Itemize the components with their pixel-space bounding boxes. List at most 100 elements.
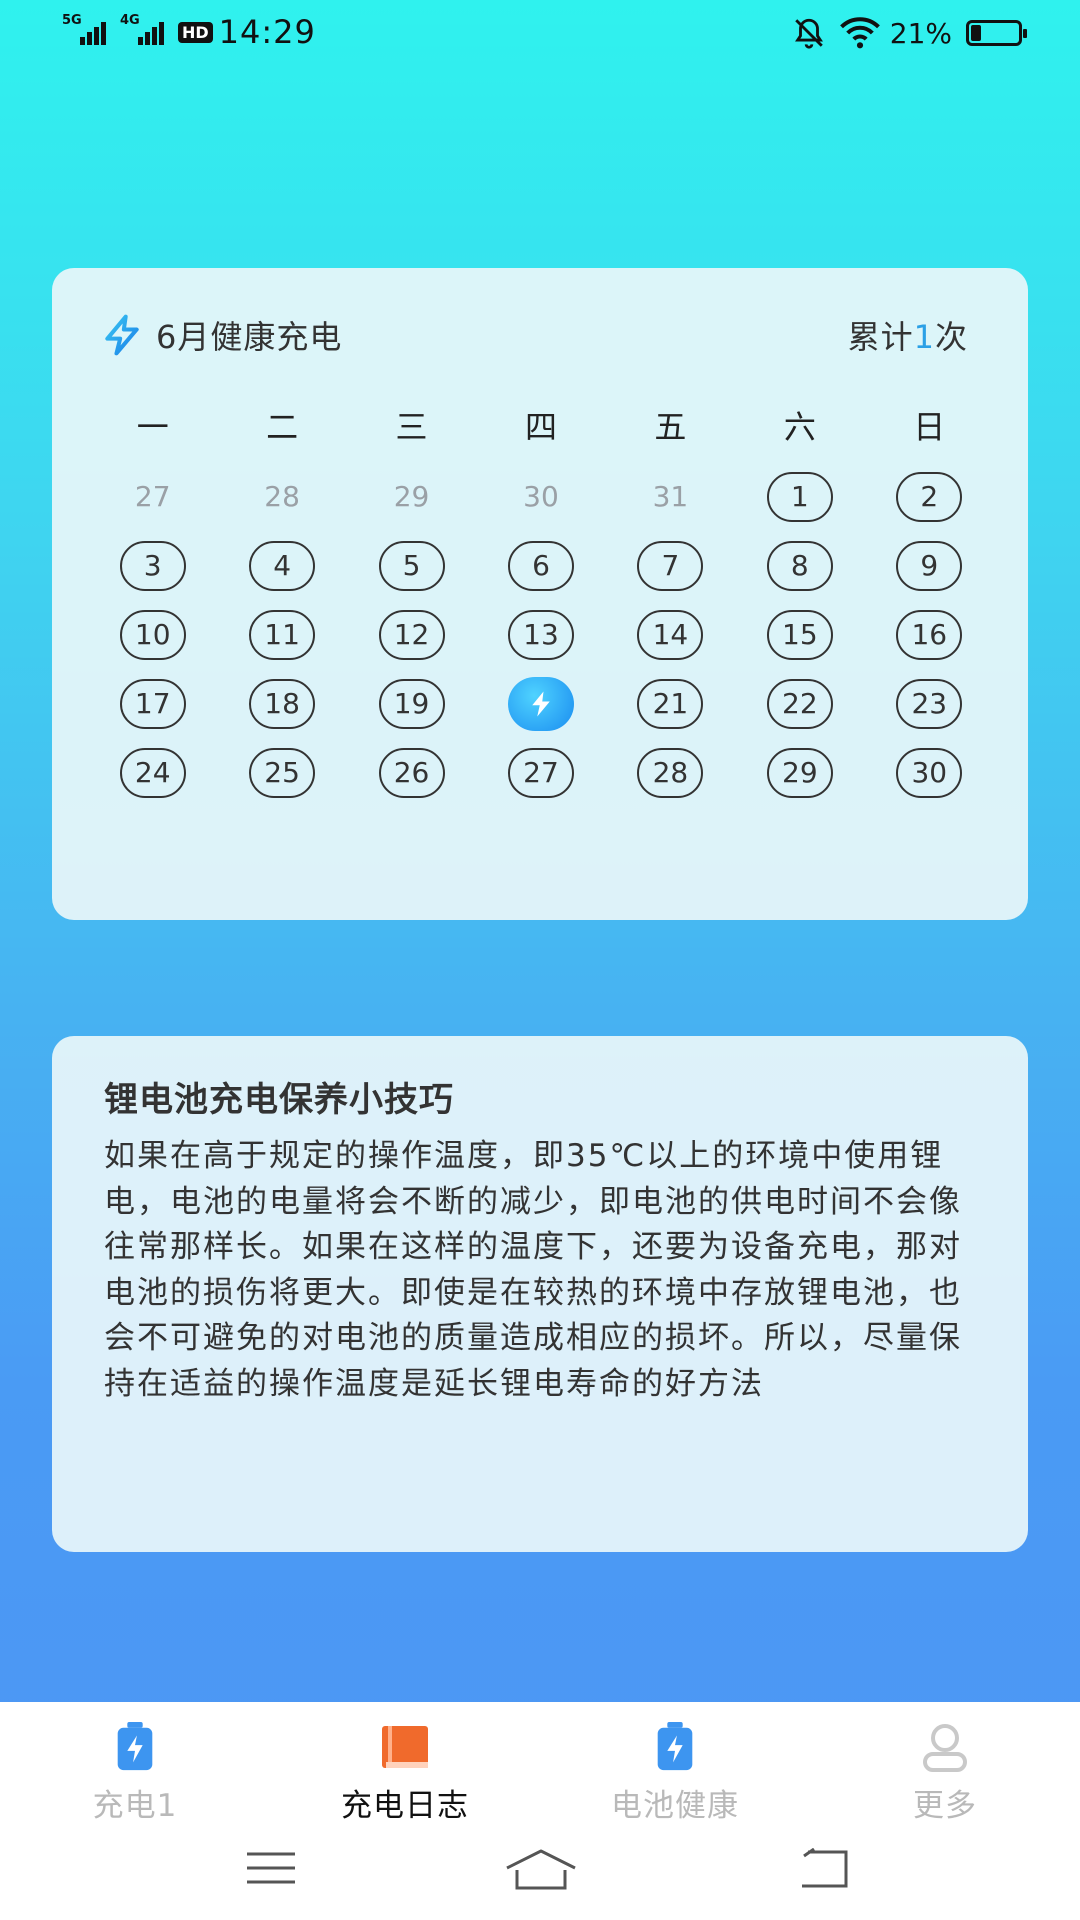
tab-label: 电池健康	[611, 1788, 739, 1824]
calendar-day[interactable]: 12	[378, 609, 445, 660]
calendar-cell: 12	[347, 600, 476, 669]
status-bar: 5G 4G HD 14:29 21%	[0, 0, 1080, 66]
calendar-cell: 23	[865, 669, 994, 738]
calendar-cell: 31	[606, 462, 735, 531]
weekday-header: 一 二 三 四 五 六 日	[88, 402, 994, 448]
calendar-day[interactable]: 2	[896, 471, 963, 522]
calendar-day[interactable]: 28	[637, 747, 704, 798]
calendar-cell: 27	[476, 738, 605, 807]
battery-charge-icon	[657, 1722, 693, 1771]
calendar-day[interactable]: 16	[896, 609, 963, 660]
calendar-cell: 28	[217, 462, 346, 531]
calendar-cell: 26	[347, 738, 476, 807]
calendar-cell: 8	[735, 531, 864, 600]
calendar-day[interactable]: 6	[507, 540, 574, 591]
tips-body: 如果在高于规定的操作温度，即35℃以上的环境中使用锂电，电池的电量将会不断的减少…	[104, 1138, 962, 1402]
hd-badge: HD	[178, 21, 213, 43]
battery-icon	[966, 20, 1027, 46]
calendar-day[interactable]: 1	[766, 471, 833, 522]
status-left: 5G 4G HD 14:29	[62, 12, 316, 52]
calendar-day[interactable]: 8	[766, 540, 833, 591]
prev-month-day: 31	[652, 480, 689, 513]
prev-month-day: 30	[523, 480, 559, 513]
calendar-day[interactable]: 17	[119, 678, 186, 729]
book-icon	[382, 1726, 428, 1768]
calendar-cell: 22	[735, 669, 864, 738]
calendar-cell: 1	[735, 462, 864, 531]
status-right: 21%	[792, 14, 1027, 52]
tab-label: 更多	[913, 1788, 977, 1824]
calendar-cell: 19	[347, 669, 476, 738]
calendar-day[interactable]: 14	[637, 609, 704, 660]
calendar-header: 6月健康充电 累计1次	[100, 310, 968, 360]
calendar-cell: 15	[735, 600, 864, 669]
calendar-day[interactable]: 30	[896, 747, 963, 798]
calendar-cell: 3	[88, 531, 217, 600]
weekday-label: 四	[524, 408, 557, 446]
calendar-day[interactable]: 24	[119, 747, 186, 798]
calendar-cell: 6	[476, 531, 605, 600]
calendar-day[interactable]: 11	[249, 609, 316, 660]
signal-icon: 5G	[62, 13, 108, 45]
network-type-1: 5G	[62, 13, 82, 28]
calendar-day[interactable]: 7	[637, 540, 704, 591]
calendar-cell: 29	[347, 462, 476, 531]
calendar-day[interactable]: 27	[507, 747, 574, 798]
calendar-cell: 2	[865, 462, 994, 531]
calendar-day[interactable]: 23	[896, 678, 963, 729]
calendar-day[interactable]: 21	[637, 678, 704, 729]
calendar-cell: 14	[606, 600, 735, 669]
calendar-day[interactable]: 13	[507, 609, 574, 660]
calendar-cell: 4	[217, 531, 346, 600]
calendar-day[interactable]: 10	[119, 609, 186, 660]
tab-battery-health[interactable]: 电池健康	[540, 1722, 810, 1832]
calendar-day[interactable]: 25	[249, 747, 316, 798]
calendar-day[interactable]: 5	[378, 540, 445, 591]
calendar-day[interactable]: 18	[249, 678, 316, 729]
calendar-cell: 16	[865, 600, 994, 669]
calendar-day[interactable]: 4	[249, 540, 316, 591]
calendar-day[interactable]: 3	[119, 540, 186, 591]
battery-percent: 21%	[889, 16, 952, 50]
home-icon[interactable]	[504, 1848, 578, 1892]
weekday-label: 三	[395, 408, 428, 446]
tab-charge-log[interactable]: 充电日志	[270, 1722, 540, 1832]
tab-more[interactable]: 更多	[810, 1722, 1080, 1832]
calendar-day[interactable]: 29	[766, 747, 833, 798]
calendar-cell: 10	[88, 600, 217, 669]
calendar-cell: 13	[476, 600, 605, 669]
calendar-day[interactable]: 15	[766, 609, 833, 660]
charged-day-badge[interactable]	[507, 676, 574, 731]
weekday-label: 五	[654, 408, 687, 446]
calendar-cell: 7	[606, 531, 735, 600]
calendar-day[interactable]: 26	[378, 747, 445, 798]
calendar-cell: 25	[217, 738, 346, 807]
battery-charge-icon	[117, 1722, 153, 1771]
calendar-cell: 11	[217, 600, 346, 669]
calendar-card: 6月健康充电 累计1次 一 二 三 四 五 六 日 27 28 29 30 31 1 2 3 4…	[52, 268, 1028, 920]
weekday-label: 一	[136, 408, 169, 446]
signal-icon-2: 4G	[120, 13, 166, 45]
back-icon[interactable]	[796, 1848, 852, 1890]
calendar-cell: 24	[88, 738, 217, 807]
calendar-title: 6月健康充电	[156, 318, 343, 356]
clock: 14:29	[218, 13, 316, 51]
weekday-label: 日	[913, 408, 946, 446]
calendar-cell: 9	[865, 531, 994, 600]
calendar-day[interactable]: 19	[378, 678, 445, 729]
calendar-cell: 30	[865, 738, 994, 807]
calendar-cell: 29	[735, 738, 864, 807]
menu-icon[interactable]	[244, 1848, 298, 1888]
tab-bar: 充电1 充电日志 电池健康 更多	[0, 1722, 1080, 1832]
calendar-cell: 18	[217, 669, 346, 738]
wifi-icon	[839, 17, 880, 49]
weekday-label: 二	[266, 408, 299, 446]
calendar-cell: 28	[606, 738, 735, 807]
tab-charge[interactable]: 充电1	[0, 1722, 270, 1832]
lightning-icon	[532, 691, 550, 716]
calendar-cell: 17	[88, 669, 217, 738]
calendar-day[interactable]: 22	[766, 678, 833, 729]
calendar-day[interactable]: 9	[896, 540, 963, 591]
network-type-2: 4G	[120, 13, 140, 28]
tips-title: 锂电池充电保养小技巧	[104, 1080, 454, 1120]
